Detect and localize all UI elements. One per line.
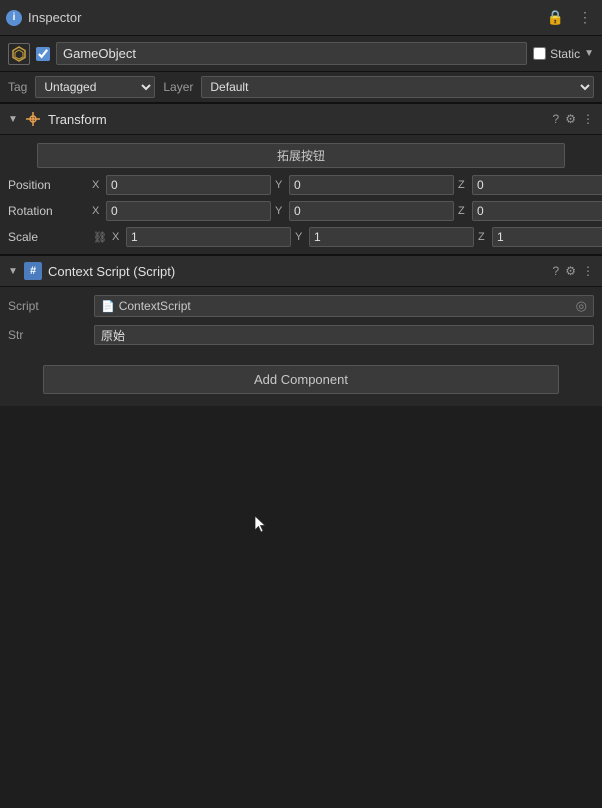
scale-z-label: Z (478, 231, 488, 243)
title-bar-actions: 🔒 ⋮ (543, 7, 596, 28)
static-checkbox[interactable] (533, 47, 546, 60)
transform-section-icons: ? ⚙ ⋮ (553, 112, 594, 126)
script-icon: # (24, 262, 42, 280)
transform-icon (24, 110, 42, 128)
position-z-label: Z (458, 179, 468, 191)
str-input[interactable] (94, 325, 594, 345)
scale-z-input[interactable] (492, 227, 602, 247)
script-field-row: Script 📄 ContextScript ◎ (0, 291, 602, 321)
script-target-icon[interactable]: ◎ (576, 298, 587, 314)
transform-menu-icon[interactable]: ⋮ (582, 112, 594, 126)
script-value-container: 📄 ContextScript ◎ (94, 295, 594, 317)
transform-section-header: ▼ Transform ? ⚙ ⋮ (0, 103, 602, 135)
transform-settings-icon[interactable]: ⚙ (565, 112, 576, 126)
expand-button[interactable]: 拓展按钮 (37, 143, 564, 168)
layer-label: Layer (163, 80, 193, 94)
gameobject-name-input[interactable] (56, 42, 527, 65)
rotation-row: Rotation X Y Z (0, 198, 602, 224)
add-component-row: Add Component (0, 353, 602, 406)
rotation-label: Rotation (8, 204, 88, 218)
contextscript-menu-icon[interactable]: ⋮ (582, 264, 594, 278)
lock-icon[interactable]: 🔒 (543, 7, 568, 28)
scale-row: Scale ⛓ X Y Z (0, 224, 602, 250)
tag-label: Tag (8, 80, 27, 94)
script-file-icon: 📄 (101, 300, 115, 313)
title-bar: i Inspector 🔒 ⋮ (0, 0, 602, 36)
scale-label: Scale (8, 230, 88, 244)
gameobject-icon (8, 43, 30, 65)
contextscript-help-icon[interactable]: ? (553, 264, 560, 278)
str-field-row: Str (0, 321, 602, 349)
tag-select[interactable]: Untagged (35, 76, 155, 98)
title-bar-left: i Inspector (6, 10, 81, 26)
gameobject-checkbox[interactable] (36, 47, 50, 61)
contextscript-section-header: ▼ # Context Script (Script) ? ⚙ ⋮ (0, 255, 602, 287)
scale-y-label: Y (295, 231, 305, 243)
position-fields: X Y Z (92, 175, 602, 195)
contextscript-title: Context Script (Script) (48, 264, 547, 279)
position-y-input[interactable] (289, 175, 454, 195)
rotation-x-input[interactable] (106, 201, 271, 221)
rotation-y-label: Y (275, 205, 285, 217)
mouse-cursor (255, 516, 267, 534)
position-row: Position X Y Z (0, 172, 602, 198)
script-field-label: Script (8, 299, 88, 313)
str-field-label: Str (8, 328, 88, 342)
script-name: ContextScript (119, 299, 191, 313)
contextscript-settings-icon[interactable]: ⚙ (565, 264, 576, 278)
static-container: Static ▼ (533, 47, 594, 61)
contextscript-collapse-arrow[interactable]: ▼ (8, 266, 18, 277)
add-component-button[interactable]: Add Component (43, 365, 559, 394)
contextscript-body: Script 📄 ContextScript ◎ Str (0, 287, 602, 353)
rotation-x-label: X (92, 205, 102, 217)
rotation-y-input[interactable] (289, 201, 454, 221)
static-label: Static (550, 47, 580, 61)
transform-body: 拓展按钮 Position X Y Z Rotation X Y Z Scale… (0, 135, 602, 254)
menu-icon[interactable]: ⋮ (574, 7, 596, 28)
transform-collapse-arrow[interactable]: ▼ (8, 114, 18, 125)
tag-layer-row: Tag Untagged Layer Default (0, 72, 602, 103)
empty-area (0, 406, 602, 756)
gameobject-row: Static ▼ (0, 36, 602, 72)
scale-y-input[interactable] (309, 227, 474, 247)
transform-title: Transform (48, 112, 547, 127)
scale-fields: ⛓ X Y Z (92, 227, 602, 247)
position-label: Position (8, 178, 88, 192)
position-x-label: X (92, 179, 102, 191)
position-x-input[interactable] (106, 175, 271, 195)
info-icon: i (6, 10, 22, 26)
transform-help-icon[interactable]: ? (553, 112, 560, 126)
static-dropdown-arrow[interactable]: ▼ (584, 48, 594, 59)
layer-select[interactable]: Default (201, 76, 594, 98)
scale-link-icon: ⛓ (92, 231, 108, 244)
contextscript-section-icons: ? ⚙ ⋮ (553, 264, 594, 278)
scale-x-input[interactable] (126, 227, 291, 247)
rotation-fields: X Y Z (92, 201, 602, 221)
inspector-title: Inspector (28, 10, 81, 25)
expand-btn-row: 拓展按钮 (0, 139, 602, 172)
position-y-label: Y (275, 179, 285, 191)
rotation-z-input[interactable] (472, 201, 602, 221)
scale-x-label: X (112, 231, 122, 243)
rotation-z-label: Z (458, 205, 468, 217)
position-z-input[interactable] (472, 175, 602, 195)
